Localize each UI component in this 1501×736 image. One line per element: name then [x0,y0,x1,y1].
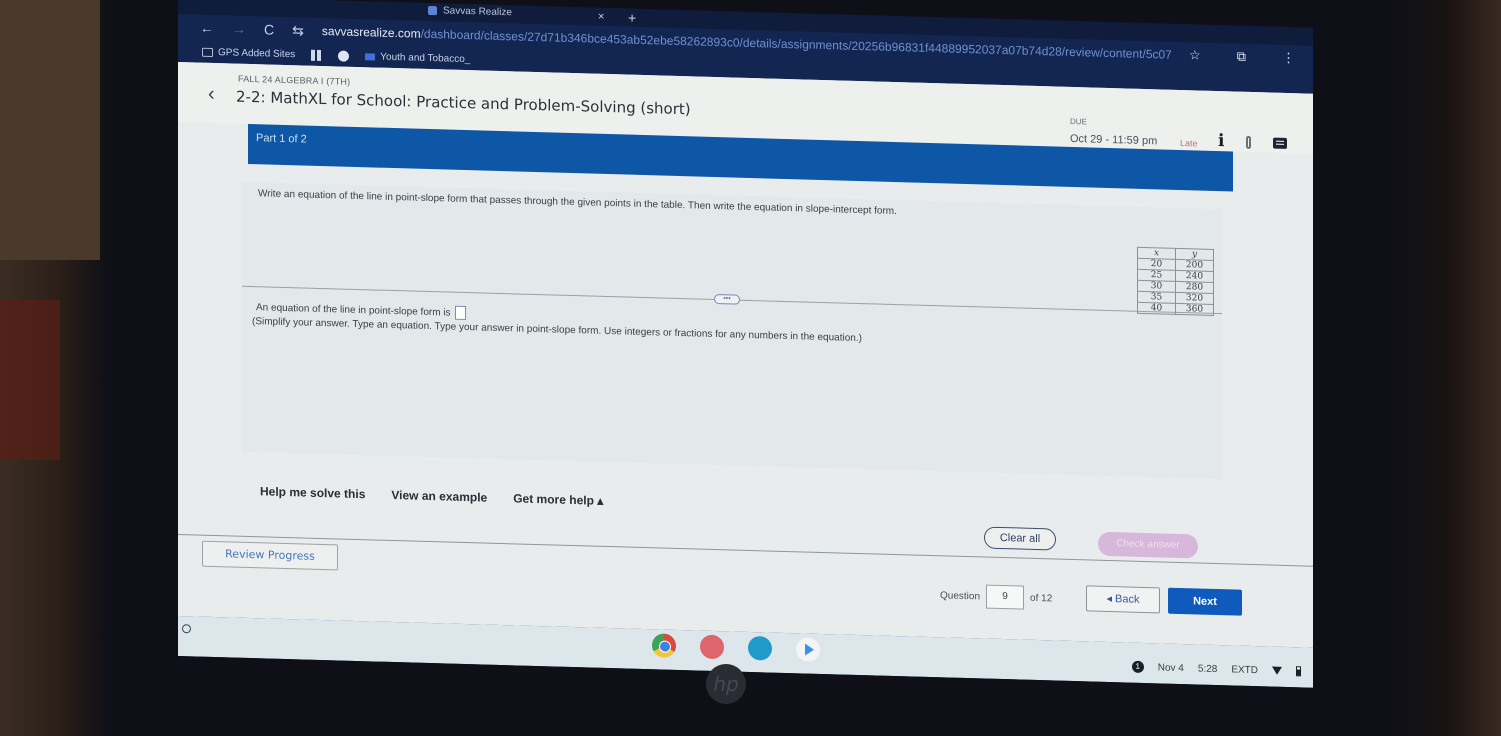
review-progress-button[interactable]: Review Progress [202,540,338,571]
help-links: Help me solve this View an example Get m… [260,484,603,508]
savvas-favicon-icon [428,5,437,16]
forward-arrow-icon[interactable]: → [232,21,246,37]
date-label: Nov 4 [1157,661,1184,674]
back-button[interactable]: ◂ Back [1086,585,1160,614]
bookmark-star-icon[interactable]: ☆ [1189,47,1201,63]
check-answer-button[interactable]: Check answer [1098,531,1198,559]
new-tab-icon[interactable]: + [628,10,636,26]
apps-grid-icon [311,49,323,61]
paperclip-icon[interactable] [1246,135,1252,149]
xy-data-table: x y 20 200 25 240 30 280 35 320 40 360 [1137,247,1214,316]
reload-icon[interactable]: C [264,21,274,37]
chrome-icon[interactable] [652,633,676,658]
question-navigator: Question 9 of 12 [940,583,1052,610]
laptop-screen: Savvas Realize × + ← → C ⇆ savvasrealize… [178,0,1313,688]
answer-instructions: (Simplify your answer. Type an equation.… [252,316,862,345]
question-prompt: Write an equation of the line in point-s… [258,188,897,218]
help-me-solve-link[interactable]: Help me solve this [260,484,365,501]
time-label: 5:28 [1197,662,1218,675]
globe-icon [338,49,350,62]
tab-title: Savvas Realize [443,5,512,19]
question-number-input[interactable]: 9 [986,584,1025,610]
course-name: FALL 24 ALGEBRA I (7TH) [238,73,351,87]
play-store-icon[interactable] [796,637,820,662]
next-button[interactable]: Next [1168,587,1242,616]
answer-input[interactable] [454,305,466,321]
back-chevron-icon[interactable]: ‹ [208,83,215,106]
menu-kebab-icon[interactable]: ⋮ [1282,50,1295,66]
url-domain: savvasrealize.com [321,24,421,41]
launcher-icon[interactable] [182,624,191,634]
bookmark-globe[interactable] [338,49,350,62]
battery-icon [1296,666,1301,677]
browser-tab[interactable]: Savvas Realize [428,5,512,18]
due-label: DUE [1070,116,1087,127]
notification-badge[interactable]: 1 [1131,660,1144,673]
part-label: Part 1 of 2 [256,132,307,146]
due-date: Oct 29 - 11:59 pm [1070,132,1158,148]
photo-scene: Savvas Realize × + ← → C ⇆ savvasrealize… [0,0,1501,736]
status-tray[interactable]: 1 Nov 4 5:28 EXTD [1131,660,1301,678]
info-icon[interactable]: i [1218,131,1224,151]
question-total: of 12 [1030,592,1053,604]
assignment-page: ‹ FALL 24 ALGEBRA I (7TH) 2-2: MathXL fo… [178,62,1313,648]
bookmark-gps-added-sites[interactable]: GPS Added Sites [202,46,295,60]
back-arrow-icon[interactable]: ← [200,20,214,36]
extensions-icon[interactable]: ⧉ [1237,49,1246,65]
late-status-badge: Late [1180,137,1198,149]
background-object [0,300,60,460]
flag-icon [365,52,376,61]
display-mode-label: EXTD [1231,663,1258,676]
background-wall [0,0,100,260]
answer-prefix: An equation of the line in point-slope f… [256,301,451,319]
bookmark-apps[interactable] [311,49,323,61]
folder-icon [202,47,213,57]
bookmark-youth-and-tobacco[interactable]: Youth and Tobacco_ [365,51,470,65]
hp-logo: hp [706,664,746,704]
wifi-icon [1272,666,1282,675]
site-settings-icon[interactable]: ⇆ [292,22,304,39]
expand-toggle-button[interactable]: ••• [714,293,740,305]
clear-all-button[interactable]: Clear all [984,526,1056,551]
pinned-apps [652,633,820,662]
comment-icon[interactable] [1273,137,1288,149]
assignment-title: 2-2: MathXL for School: Practice and Pro… [236,87,691,119]
app-red-icon[interactable] [700,634,724,660]
question-label: Question [940,589,981,602]
view-example-link[interactable]: View an example [391,488,487,505]
get-more-help-link[interactable]: Get more help ▴ [513,491,603,508]
close-tab-icon[interactable]: × [598,11,604,23]
question-panel: Write an equation of the line in point-s… [242,181,1222,480]
app-teal-icon[interactable] [748,635,772,661]
